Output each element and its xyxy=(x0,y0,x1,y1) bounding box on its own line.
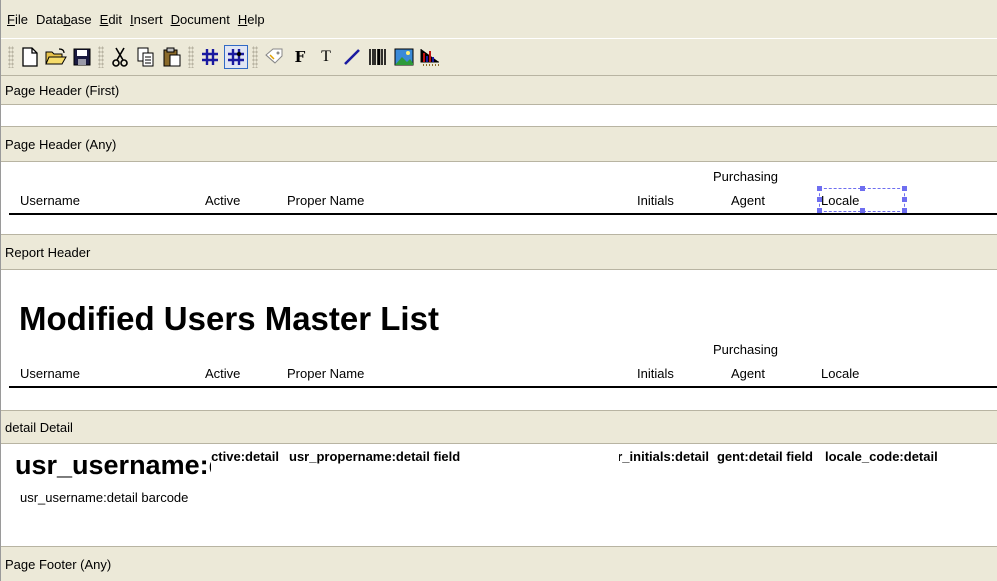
selection-box[interactable] xyxy=(817,186,907,213)
detail-locale-field[interactable]: locale_code:detail xyxy=(825,449,995,464)
detail-agent-field[interactable]: usr_agent:detail field xyxy=(717,449,813,464)
column-header-agent[interactable]: Agent xyxy=(731,366,765,381)
toolbar-grip[interactable] xyxy=(252,46,258,68)
section-band-report-header[interactable]: Report Header xyxy=(1,234,997,270)
snap-to-grid-icon[interactable] xyxy=(224,45,248,69)
column-header-purchasing[interactable]: Purchasing xyxy=(713,169,778,184)
copy-icon[interactable] xyxy=(134,45,158,69)
menu-document[interactable]: Document xyxy=(171,12,230,27)
report-title[interactable]: Modified Users Master List xyxy=(19,300,439,338)
menu-file[interactable]: File xyxy=(7,12,28,27)
toolbar-grip[interactable] xyxy=(8,46,14,68)
header-rule-line[interactable] xyxy=(9,213,997,215)
chart-tool-icon[interactable] xyxy=(418,45,442,69)
open-folder-icon[interactable] xyxy=(44,45,68,69)
save-icon[interactable] xyxy=(70,45,94,69)
menu-help[interactable]: Help xyxy=(238,12,265,27)
toolbar: F T xyxy=(1,38,997,75)
section-band-detail[interactable]: detail Detail xyxy=(1,410,997,444)
line-tool-icon[interactable] xyxy=(340,45,364,69)
section-report-header[interactable] xyxy=(1,270,997,410)
new-document-icon[interactable] xyxy=(18,45,42,69)
column-header-initials[interactable]: Initials xyxy=(637,366,674,381)
section-label: Page Header (First) xyxy=(5,82,120,98)
detail-propername-field[interactable]: usr_propername:detail field xyxy=(289,449,609,464)
toolbar-grip[interactable] xyxy=(98,46,104,68)
resize-handle[interactable] xyxy=(902,208,907,213)
menu-insert[interactable]: Insert xyxy=(130,12,163,27)
section-band-page-header-any[interactable]: Page Header (Any) xyxy=(1,126,997,162)
paste-icon[interactable] xyxy=(160,45,184,69)
section-label: Page Header (Any) xyxy=(5,136,117,152)
detail-active-field[interactable]: usr_active:detail xyxy=(211,449,279,464)
column-header-active[interactable]: Active xyxy=(205,193,240,208)
resize-handle[interactable] xyxy=(902,197,907,202)
barcode-tool-icon[interactable] xyxy=(366,45,390,69)
column-header-locale[interactable]: Locale xyxy=(821,366,859,381)
menu-edit[interactable]: Edit xyxy=(100,12,122,27)
column-header-username[interactable]: Username xyxy=(20,366,80,381)
report-designer-window: File Database Edit Insert Document Help xyxy=(0,0,997,581)
resize-handle[interactable] xyxy=(860,208,865,213)
resize-handle[interactable] xyxy=(902,186,907,191)
detail-barcode-field[interactable]: usr_username:detail barcode xyxy=(20,490,188,505)
resize-handle[interactable] xyxy=(817,186,822,191)
section-label: Report Header xyxy=(5,244,91,260)
column-header-username[interactable]: Username xyxy=(20,193,80,208)
column-header-purchasing[interactable]: Purchasing xyxy=(713,342,778,357)
toolbar-grip[interactable] xyxy=(188,46,194,68)
field-tool-icon[interactable]: F xyxy=(288,45,312,69)
menu-database[interactable]: Database xyxy=(36,12,92,27)
section-band-page-header-first[interactable]: Page Header (First) xyxy=(1,75,997,105)
section-page-header-first[interactable] xyxy=(1,105,997,126)
resize-handle[interactable] xyxy=(860,186,865,191)
grid-icon[interactable] xyxy=(198,45,222,69)
text-tool-icon[interactable]: T xyxy=(314,45,338,69)
column-header-active[interactable]: Active xyxy=(205,366,240,381)
column-header-initials[interactable]: Initials xyxy=(637,193,674,208)
detail-initials-field[interactable]: usr_initials:detail xyxy=(619,449,709,464)
column-header-proper-name[interactable]: Proper Name xyxy=(287,193,364,208)
header-rule-line[interactable] xyxy=(9,386,997,388)
section-label: Page Footer (Any) xyxy=(5,556,112,572)
image-tool-icon[interactable] xyxy=(392,45,416,69)
column-header-agent[interactable]: Agent xyxy=(731,193,765,208)
column-header-proper-name[interactable]: Proper Name xyxy=(287,366,364,381)
section-label: detail Detail xyxy=(5,419,73,435)
resize-handle[interactable] xyxy=(817,197,822,202)
section-band-page-footer-any[interactable]: Page Footer (Any) xyxy=(1,546,997,581)
cut-icon[interactable] xyxy=(108,45,132,69)
label-tool-icon[interactable] xyxy=(262,45,286,69)
menu-bar: File Database Edit Insert Document Help xyxy=(1,0,997,38)
detail-username-field[interactable]: usr_username:detail field xyxy=(15,450,211,481)
resize-handle[interactable] xyxy=(817,208,822,213)
